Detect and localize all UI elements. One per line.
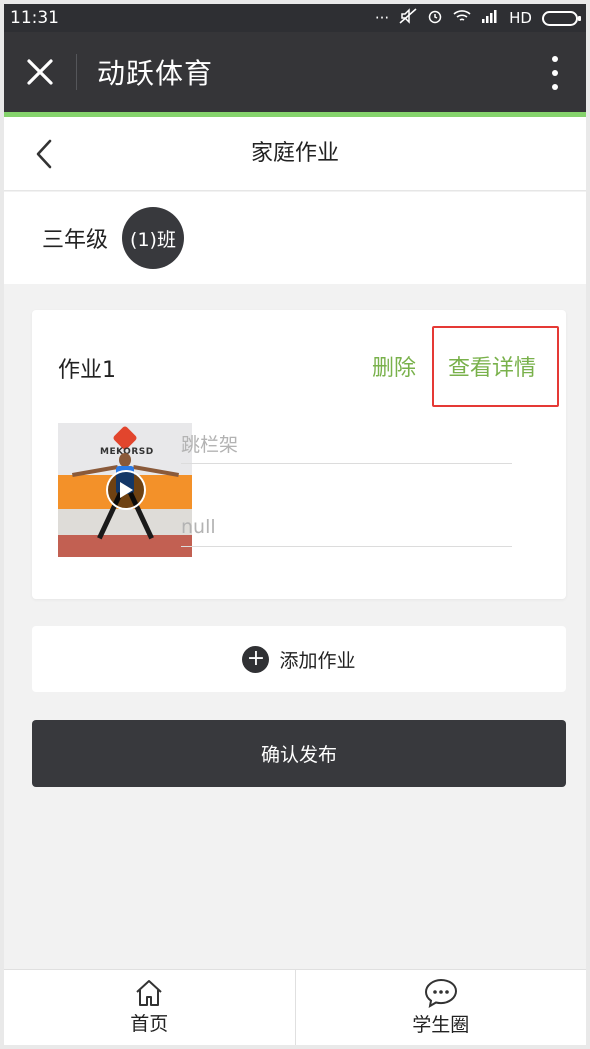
battery-icon: [542, 10, 581, 26]
view-detail-button[interactable]: 查看详情: [448, 350, 536, 382]
class-selector: 三年级 (1)班: [4, 192, 586, 284]
more-menu-button[interactable]: [552, 56, 558, 90]
status-icons: ··· HD: [374, 8, 581, 28]
app-frame: 11:31 ··· HD 动跃体育 家庭作业 三年级 (1)班 作业1 删除 查…: [0, 0, 590, 1049]
plus-circle-icon: +: [242, 645, 270, 673]
nav-item-student-circle[interactable]: 学生圈: [294, 970, 587, 1045]
delete-button[interactable]: 删除: [372, 350, 416, 382]
signal-dots-icon: ···: [374, 9, 390, 27]
grade-label[interactable]: 三年级: [42, 222, 108, 254]
add-homework-button[interactable]: + 添加作业: [32, 626, 566, 692]
app-titlebar: 动跃体育: [4, 32, 586, 112]
homework-title: 作业1: [58, 358, 116, 383]
close-icon: [27, 59, 53, 85]
cell-signal-icon: [481, 9, 499, 27]
page-header: 家庭作业: [4, 117, 586, 191]
close-button[interactable]: [4, 32, 76, 112]
video-thumbnail[interactable]: MEKORSD: [58, 423, 192, 557]
nav-item-home[interactable]: 首页: [4, 970, 295, 1045]
wifi-icon: [453, 9, 471, 27]
mute-icon: [399, 8, 417, 28]
chat-bubble-icon: [424, 978, 457, 1008]
home-icon: [136, 980, 162, 1006]
add-homework-label: 添加作业: [279, 649, 356, 672]
network-type: HD: [509, 9, 532, 27]
status-time: 11:31: [10, 8, 59, 28]
class-chip[interactable]: (1)班: [122, 207, 185, 269]
status-bar: 11:31 ··· HD: [4, 4, 586, 32]
titlebar-divider: [76, 54, 77, 90]
play-icon[interactable]: [106, 470, 146, 510]
page-title: 家庭作业: [250, 141, 339, 166]
note-field[interactable]: null: [181, 507, 512, 547]
confirm-publish-button[interactable]: 确认发布: [32, 720, 566, 787]
nav-label-student-circle: 学生圈: [412, 1014, 470, 1036]
exercise-name-field[interactable]: 跳栏架: [181, 424, 512, 464]
bottom-nav: 首页 学生圈: [4, 969, 586, 1045]
nav-label-home: 首页: [130, 1013, 169, 1035]
more-vertical-icon: [552, 56, 558, 62]
app-title: 动跃体育: [97, 57, 214, 90]
alarm-icon: [427, 8, 443, 28]
